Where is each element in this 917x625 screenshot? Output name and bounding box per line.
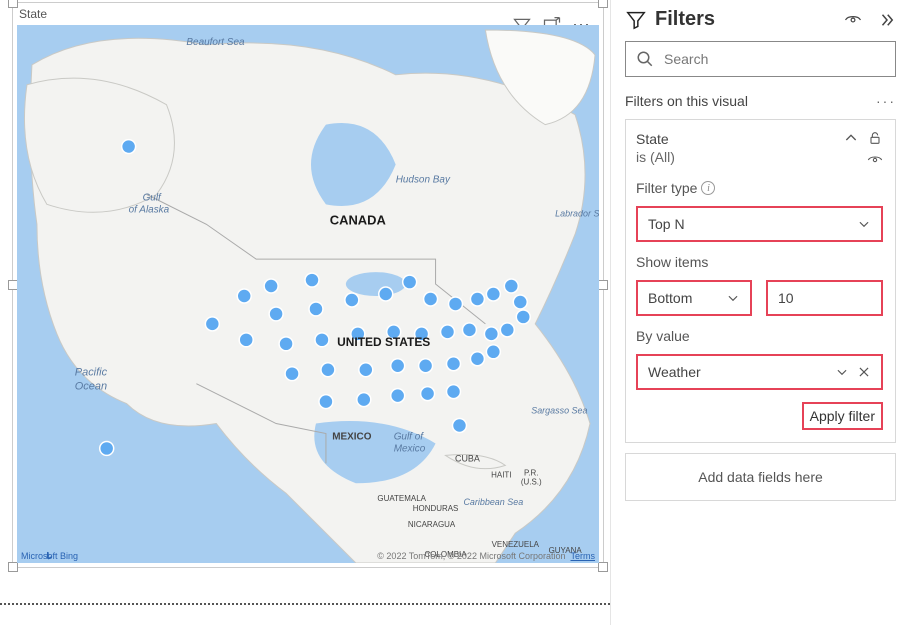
svg-text:MEXICO: MEXICO [332, 431, 372, 442]
svg-text:P.R.: P.R. [524, 468, 538, 477]
svg-text:HONDURAS: HONDURAS [413, 504, 459, 513]
page-boundary [0, 603, 610, 605]
chevron-down-icon [857, 217, 871, 231]
svg-text:VENEZUELA: VENEZUELA [492, 540, 540, 549]
svg-text:CANADA: CANADA [330, 212, 386, 227]
resize-handle[interactable] [8, 562, 18, 572]
svg-text:UNITED STATES: UNITED STATES [337, 335, 430, 349]
svg-text:NICARAGUA: NICARAGUA [408, 520, 456, 529]
svg-text:Sargasso Sea: Sargasso Sea [531, 406, 587, 416]
visibility-icon[interactable] [867, 152, 883, 168]
resize-handle[interactable] [598, 0, 608, 8]
apply-filter-button[interactable]: Apply filter [802, 402, 883, 430]
svg-text:Hudson Bay: Hudson Bay [396, 174, 451, 185]
show-items-count-input[interactable]: 10 [766, 280, 883, 316]
svg-text:CUBA: CUBA [455, 453, 480, 463]
filter-type-label: Filter type i [636, 180, 883, 196]
collapse-pane-icon[interactable] [878, 11, 896, 29]
filters-section-header: Filters on this visual ··· [625, 93, 896, 109]
svg-text:of Alaska: of Alaska [129, 204, 170, 215]
resize-handle[interactable] [598, 280, 608, 290]
filter-icon [625, 9, 647, 31]
lock-icon[interactable] [867, 130, 883, 146]
map-canvas[interactable]: CANADA UNITED STATES MEXICO CUBA HAITI P… [17, 25, 599, 563]
bing-icon [21, 551, 78, 561]
filter-field-name: State [636, 130, 675, 148]
chevron-down-icon [726, 291, 740, 305]
search-icon [636, 50, 654, 68]
svg-text:Beaufort Sea: Beaufort Sea [186, 37, 245, 48]
map-attribution-right: © 2022 TomTom, © 2022 Microsoft Corporat… [377, 551, 595, 561]
filters-pane-header: Filters [625, 8, 896, 31]
info-icon[interactable]: i [701, 181, 715, 195]
show-items-direction-select[interactable]: Bottom [636, 280, 752, 316]
chevron-down-icon[interactable] [835, 365, 849, 379]
by-value-label: By value [636, 328, 883, 344]
svg-text:Ocean: Ocean [75, 381, 107, 393]
filter-summary: is (All) [636, 148, 675, 166]
svg-text:Labrador Sea: Labrador Sea [555, 208, 599, 218]
filters-pane-title: Filters [655, 8, 836, 31]
filter-card-state: State is (All) Filter type i Top N Show … [625, 119, 896, 443]
svg-text:Mexico: Mexico [394, 443, 426, 454]
svg-text:GUATEMALA: GUATEMALA [377, 494, 426, 503]
remove-field-icon[interactable] [857, 365, 871, 379]
visual-title: State [19, 7, 47, 21]
report-canvas: State ⋯ [0, 0, 610, 605]
map-visual[interactable]: State ⋯ [12, 2, 604, 568]
search-input[interactable] [664, 51, 885, 67]
resize-handle[interactable] [598, 562, 608, 572]
svg-text:(U.S.): (U.S.) [521, 477, 542, 486]
map-attribution-left: Microsoft Bing [21, 551, 78, 561]
show-items-label: Show items [636, 254, 883, 270]
filters-search[interactable] [625, 41, 896, 77]
svg-text:Pacific: Pacific [75, 367, 108, 379]
terms-link[interactable]: Terms [571, 551, 596, 561]
section-more-icon[interactable]: ··· [876, 93, 896, 109]
filters-pane: Filters Filters on this visual ··· State… [610, 0, 910, 625]
by-value-field-well[interactable]: Weather [636, 354, 883, 390]
svg-text:Caribbean Sea: Caribbean Sea [463, 497, 523, 507]
svg-text:Gulf: Gulf [143, 192, 162, 203]
add-data-fields-well[interactable]: Add data fields here [625, 453, 896, 501]
visibility-icon[interactable] [844, 11, 862, 29]
svg-text:HAITI: HAITI [491, 470, 511, 479]
filter-type-select[interactable]: Top N [636, 206, 883, 242]
resize-handle[interactable] [8, 0, 18, 8]
collapse-card-icon[interactable] [843, 130, 859, 146]
svg-text:Gulf of: Gulf of [394, 431, 425, 442]
